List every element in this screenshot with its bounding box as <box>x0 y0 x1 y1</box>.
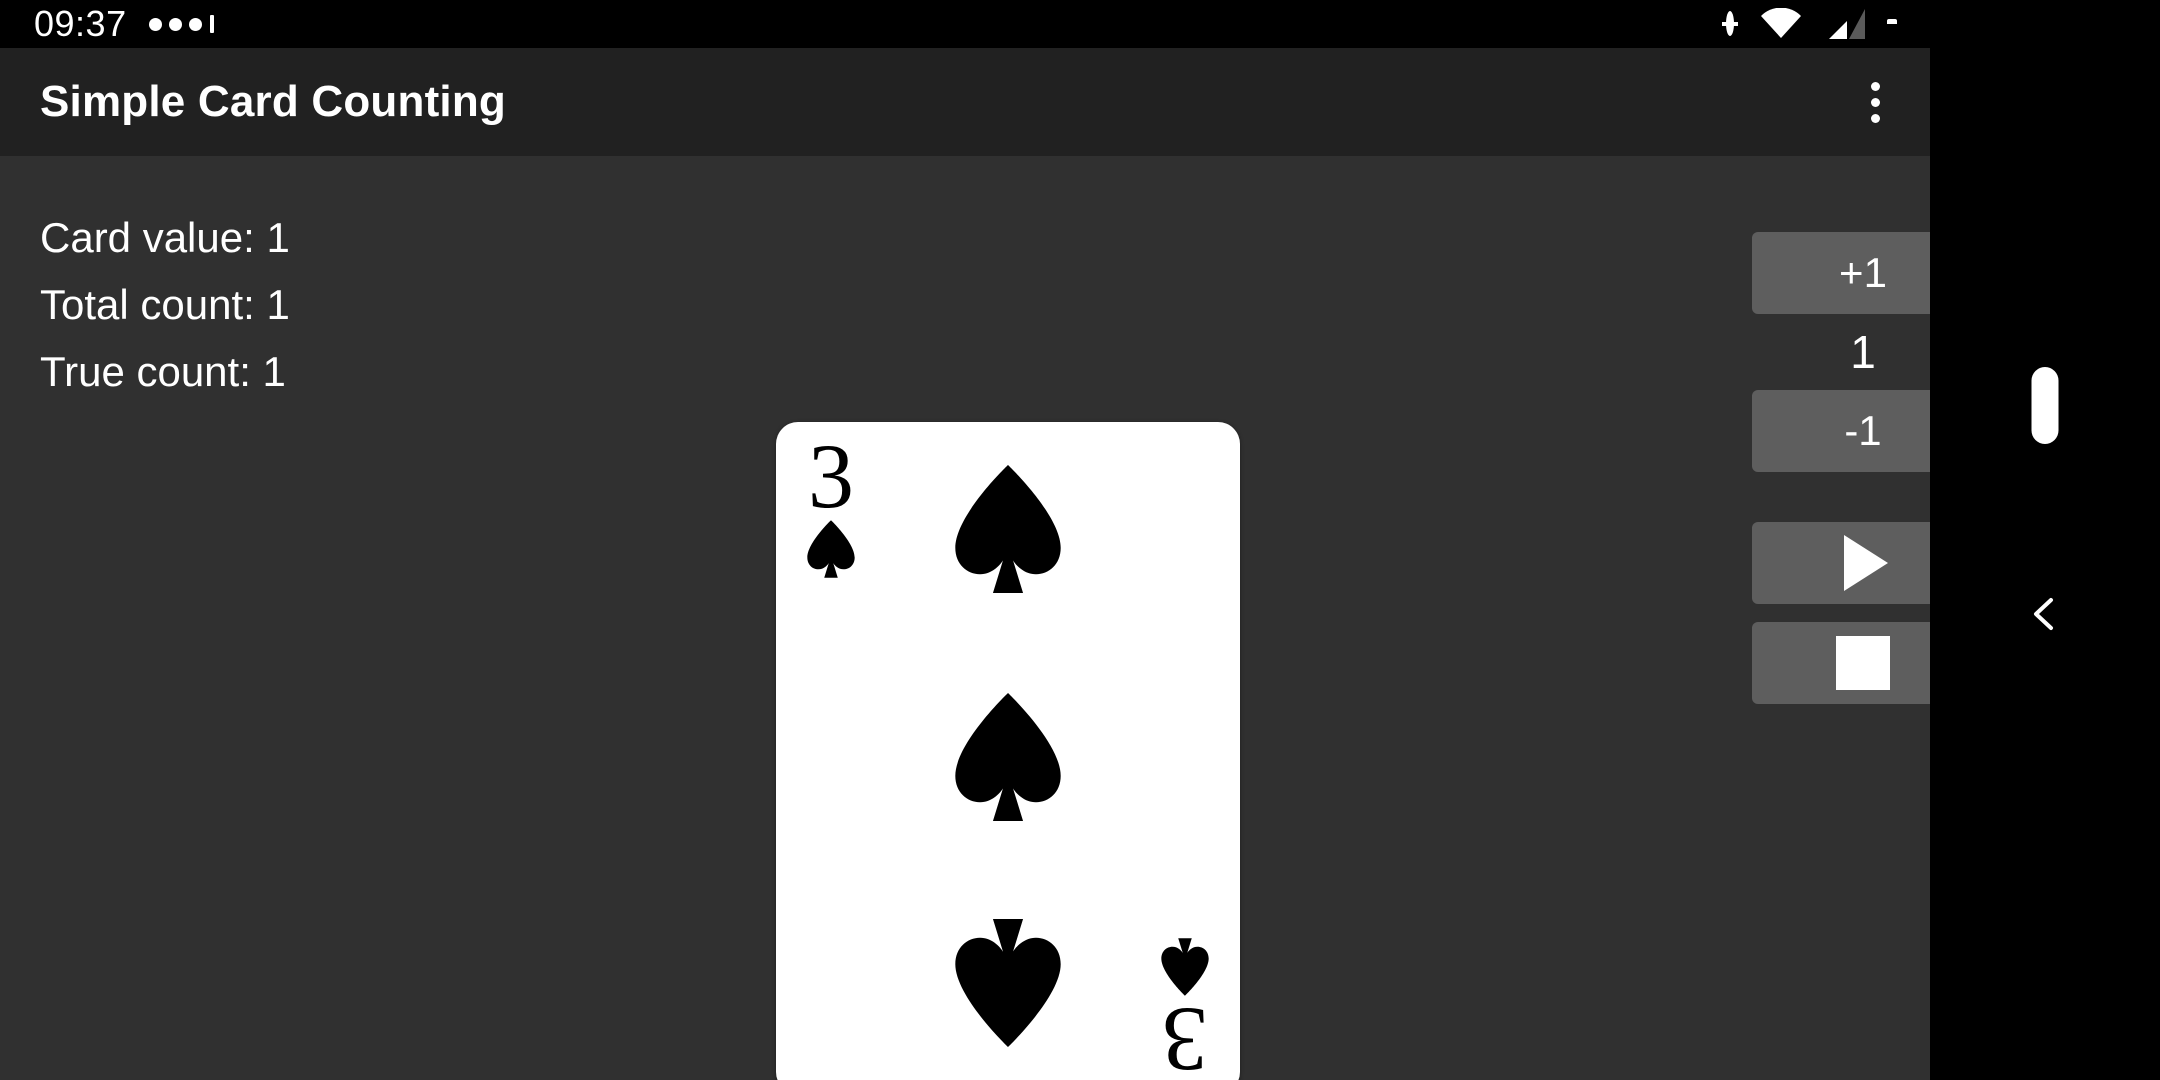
cellular-signal-icon <box>1828 8 1866 40</box>
status-bar-right <box>1726 8 1930 40</box>
back-button[interactable] <box>2023 592 2067 636</box>
true-count-label: True count: 1 <box>40 348 286 395</box>
status-bar-left: 09:37 <box>0 3 214 45</box>
playing-card[interactable]: 3 3 <box>776 422 1240 1080</box>
main-content: Card value: 1 Total count: 1 True count:… <box>0 156 1974 1080</box>
page-title: Simple Card Counting <box>40 77 506 126</box>
app-bar: Simple Card Counting <box>0 48 1930 156</box>
play-icon <box>1844 535 1888 591</box>
status-bar: 09:37 <box>0 0 1930 48</box>
menu-dot-icon <box>1871 81 1880 91</box>
battery-saver-icon <box>1726 11 1734 36</box>
menu-dot-icon <box>1871 113 1880 123</box>
stats-panel: Card value: 1 Total count: 1 True count:… <box>40 204 290 405</box>
stop-icon <box>1836 636 1890 690</box>
card-value-label: Card value: 1 <box>40 214 290 261</box>
spade-icon <box>1156 936 1214 998</box>
menu-dot-icon <box>1871 97 1880 107</box>
card-rank-bottom: 3 <box>1162 989 1208 1080</box>
navigation-bar <box>1930 0 2160 1080</box>
notification-dots-icon <box>148 15 214 33</box>
phone-screen: 09:37 Simple Card Counting Card value: 1… <box>0 0 2160 1080</box>
overflow-menu-button[interactable] <box>1863 74 1888 131</box>
total-count-label: Total count: 1 <box>40 281 290 328</box>
home-pill-handle[interactable] <box>2031 367 2059 444</box>
spade-icon <box>944 914 1072 1052</box>
card-corner-bottom-right: 3 <box>1156 936 1214 1080</box>
status-clock: 09:37 <box>34 3 127 44</box>
wifi-icon <box>1760 8 1802 40</box>
spade-icon <box>944 688 1072 826</box>
spade-icon <box>944 460 1072 598</box>
